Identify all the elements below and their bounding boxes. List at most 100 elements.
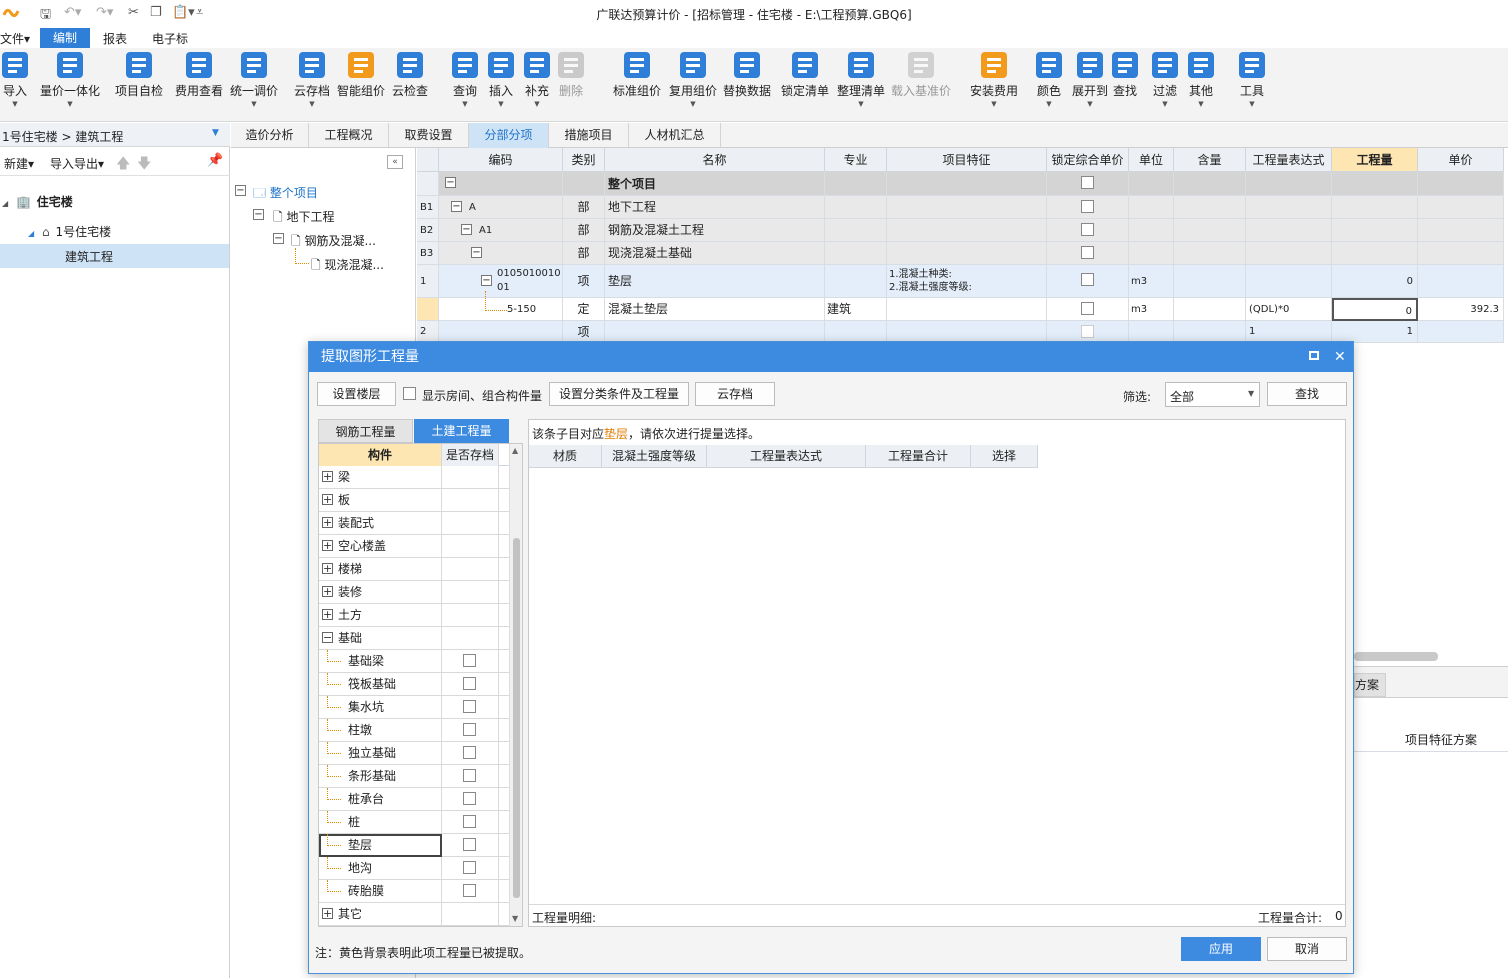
column-header[interactable]: 单位 [1129, 148, 1174, 172]
expression-cell[interactable]: 1 [1246, 321, 1332, 343]
collapse-icon[interactable]: − [451, 201, 462, 212]
feature-cell[interactable]: 1.混凝土种类: 2.混凝土强度等级: [887, 265, 1047, 298]
ribbon-button-expand-to[interactable]: 展开到 ▼ [1070, 52, 1110, 108]
expression-cell[interactable] [1246, 242, 1332, 265]
tree-rebar-concrete[interactable]: − 🗋 钢筋及混凝... [273, 232, 376, 253]
price-cell[interactable] [1418, 196, 1504, 219]
component-row[interactable]: + 装修 [319, 581, 509, 604]
tree-cast-concrete[interactable]: 🗋 现浇混凝... [311, 256, 384, 277]
column-component[interactable]: 构件 [319, 444, 442, 466]
expression-cell[interactable] [1246, 172, 1332, 196]
apply-button[interactable]: 应用 [1181, 937, 1261, 961]
ribbon-button-filter[interactable]: 过滤 ▼ [1150, 52, 1180, 108]
column-header[interactable]: 专业 [825, 148, 887, 172]
lock-cell[interactable] [1047, 298, 1129, 321]
collapse-icon[interactable]: − [461, 224, 472, 235]
type-cell[interactable] [563, 172, 605, 196]
scroll-thumb[interactable] [513, 538, 520, 898]
expression-cell[interactable] [1246, 219, 1332, 242]
archived-checkbox[interactable] [463, 677, 476, 690]
component-row[interactable]: 桩 [319, 811, 509, 834]
tab-cost-analysis[interactable]: 造价分析 [231, 123, 309, 148]
archived-checkbox[interactable] [463, 723, 476, 736]
new-button[interactable]: 新建▾ [4, 155, 34, 172]
ribbon-button-load-base-price[interactable]: 载入基准价 [890, 52, 952, 99]
row-number[interactable]: B2 [417, 219, 439, 242]
content-cell[interactable] [1174, 265, 1246, 298]
column-header[interactable]: 工程量 [1332, 148, 1418, 172]
ribbon-button-tools[interactable]: 工具 ▼ [1232, 52, 1272, 108]
price-cell[interactable] [1418, 219, 1504, 242]
ribbon-button-color[interactable]: 颜色 ▼ [1034, 52, 1064, 108]
ribbon-button-insert[interactable]: 插入 ▼ [486, 52, 516, 108]
column-archived[interactable]: 是否存档 [442, 444, 499, 466]
component-row[interactable]: 独立基础 [319, 742, 509, 765]
project-path-dropdown[interactable]: 1号住宅楼 > 建筑工程 ▼ [0, 123, 230, 147]
feature-cell[interactable] [887, 172, 1047, 196]
row-number[interactable]: 1 [417, 265, 439, 298]
spec-cell[interactable]: 建筑 [825, 298, 887, 321]
maximize-icon[interactable] [1309, 351, 1319, 360]
cloud-archive-button[interactable]: 云存档 [695, 382, 775, 406]
name-cell[interactable]: 钢筋及混凝土工程 [605, 219, 825, 242]
tab-civil-quantity[interactable]: 土建工程量 [414, 419, 509, 443]
ribbon-button-cost-view[interactable]: 费用查看 [174, 52, 224, 99]
set-condition-button[interactable]: 设置分类条件及工程量 [549, 382, 689, 406]
tab-measures[interactable]: 措施项目 [549, 123, 629, 148]
collapse-icon[interactable]: − [471, 247, 482, 258]
collapse-icon[interactable]: − [481, 275, 492, 286]
column-header[interactable]: 项目特征 [887, 148, 1047, 172]
ribbon-button-reuse-price[interactable]: 复用组价 ▼ [668, 52, 718, 108]
code-cell[interactable]: − A [439, 196, 563, 219]
component-row[interactable]: + 土方 [319, 604, 509, 627]
expand-icon[interactable]: + [322, 540, 333, 551]
spec-cell[interactable] [825, 219, 887, 242]
collapse-icon[interactable]: − [322, 632, 333, 643]
lock-cell[interactable] [1047, 219, 1129, 242]
type-cell[interactable]: 项 [563, 321, 605, 343]
lock-checkbox[interactable] [1081, 325, 1094, 338]
ribbon-button-install-cost[interactable]: 安装费用 ▼ [966, 52, 1022, 108]
row-number[interactable]: B1 [417, 196, 439, 219]
column-header[interactable]: 编码 [439, 148, 563, 172]
lock-cell[interactable] [1047, 321, 1129, 343]
column-header[interactable]: 含量 [1174, 148, 1246, 172]
content-cell[interactable] [1174, 242, 1246, 265]
menu-ebid[interactable]: 电子标 [152, 30, 188, 47]
column-header[interactable]: 类别 [563, 148, 605, 172]
ribbon-button-standard-price[interactable]: 标准组价 [612, 52, 662, 99]
quantity-cell[interactable]: 1 [1332, 321, 1418, 343]
price-cell[interactable] [1418, 172, 1504, 196]
filter-select[interactable]: 全部 ▼ [1165, 382, 1260, 407]
collapse-pane-button[interactable]: « [387, 155, 403, 169]
component-row[interactable]: 柱墩 [319, 719, 509, 742]
archived-checkbox[interactable] [463, 815, 476, 828]
quantity-cell[interactable] [1332, 196, 1418, 219]
type-cell[interactable]: 定 [563, 298, 605, 321]
tab-resource-summary[interactable]: 人材机汇总 [629, 123, 721, 148]
row-number[interactable] [417, 298, 439, 321]
tab-rebar-quantity[interactable]: 钢筋工程量 [318, 419, 413, 443]
expand-icon[interactable]: + [322, 471, 333, 482]
price-cell[interactable] [1418, 321, 1504, 343]
archived-checkbox[interactable] [463, 769, 476, 782]
component-row[interactable]: − 基础 [319, 627, 509, 650]
tree-all-project[interactable]: − 🗔 整个项目 [235, 184, 318, 205]
move-up-icon[interactable]: 🡅 [116, 153, 130, 177]
feature-cell[interactable] [887, 219, 1047, 242]
content-cell[interactable] [1174, 196, 1246, 219]
feature-cell[interactable] [887, 298, 1047, 321]
spec-cell[interactable] [825, 242, 887, 265]
expand-icon[interactable]: + [322, 908, 333, 919]
lock-checkbox[interactable] [1081, 302, 1094, 315]
content-cell[interactable] [1174, 298, 1246, 321]
lock-cell[interactable] [1047, 242, 1129, 265]
ribbon-button-cloud-check[interactable]: 云检查 [390, 52, 430, 99]
unit-cell[interactable]: m3 [1129, 298, 1174, 321]
archived-checkbox[interactable] [463, 838, 476, 851]
ribbon-button-cloud-save[interactable]: 云存档 ▼ [292, 52, 332, 108]
code-cell[interactable]: − [439, 242, 563, 265]
expand-icon[interactable]: + [322, 563, 333, 574]
ribbon-button-organize-list[interactable]: 整理清单 ▼ [836, 52, 886, 108]
tree-unit[interactable]: 建筑工程 [0, 244, 229, 268]
